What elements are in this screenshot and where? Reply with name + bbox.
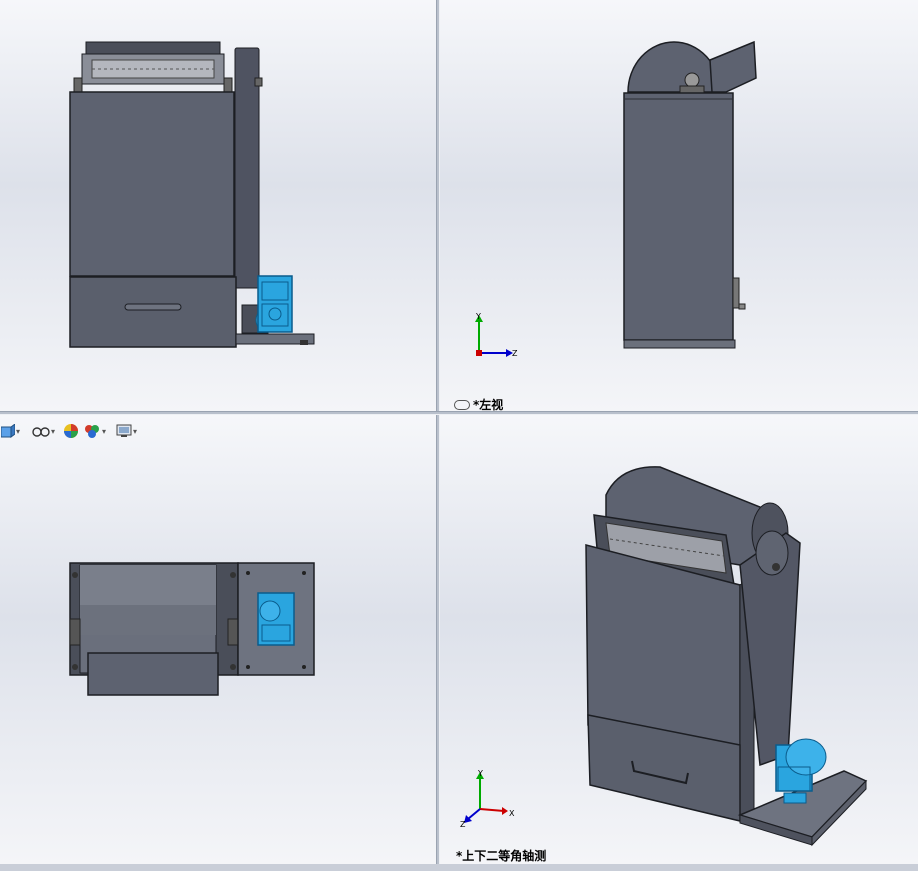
coordinate-triad-iso: Y X Z [460, 769, 520, 829]
viewport-left[interactable]: Y Z *左视 [440, 0, 918, 411]
viewport-splitter-vertical[interactable] [436, 0, 440, 864]
triad-x-label: X [509, 809, 515, 818]
viewport-splitter-horizontal[interactable] [0, 411, 918, 415]
left-view-label: *左视 [454, 396, 503, 411]
link-view-icon[interactable] [454, 399, 470, 410]
triad-y-label: Y [475, 312, 481, 321]
status-strip [0, 864, 918, 871]
dimetric-view-label-text: *上下二等角轴测 [456, 849, 547, 863]
front-view-model[interactable] [0, 0, 436, 411]
triad-y-label: Y [477, 769, 483, 778]
viewport-dimetric[interactable]: Y X Z *上下二等角轴测 [440, 415, 918, 864]
viewport-top[interactable]: ▾ ▾ ▾ ▾ [0, 415, 436, 864]
coordinate-triad-left: Y Z [470, 312, 520, 362]
top-view-model[interactable] [0, 415, 436, 864]
viewport-front[interactable] [0, 0, 436, 411]
left-view-label-text: *左视 [473, 398, 504, 411]
triad-z-label: Z [460, 820, 466, 829]
dimetric-view-label: *上下二等角轴测 [456, 847, 546, 864]
triad-z-label: Z [512, 349, 518, 358]
